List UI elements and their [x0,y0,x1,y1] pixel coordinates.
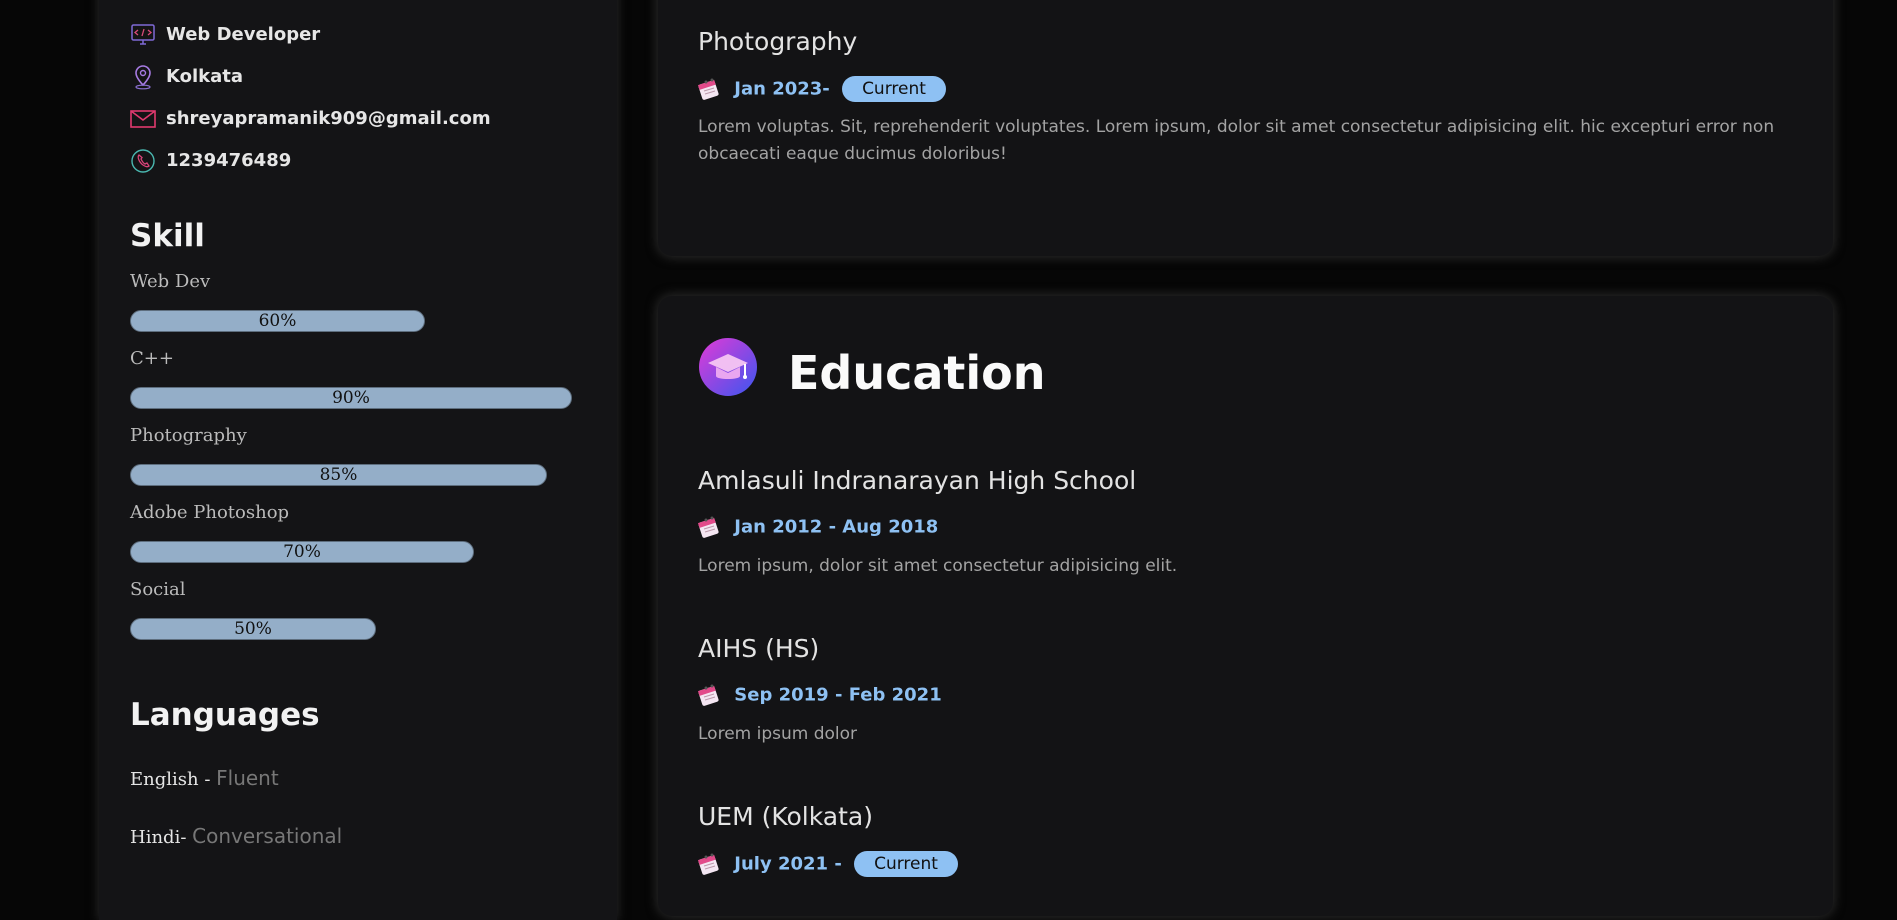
graduation-cap-icon [699,338,757,396]
education-heading: Education [788,346,1046,400]
language-level: Fluent [216,766,279,790]
education-title: AIHS (HS) [698,634,820,663]
skill-name: Social [130,579,186,600]
mail-icon [130,110,156,128]
education-title: Amlasuli Indranarayan High School [698,466,1137,495]
language-level: Conversational [192,824,343,848]
skill-heading: Skill [130,218,205,254]
education-description: Lorem ipsum, dolor sit amet consectetur … [698,556,1178,576]
experience-date-text: Jan 2023- [734,78,830,100]
skill-name: Web Dev [130,271,211,292]
skill-progress-bar: 70% [130,541,474,563]
monitor-code-icon [131,24,155,45]
experience-title: Photography [698,27,858,56]
skill-name: Adobe Photoshop [130,502,290,523]
calendar-icon [698,683,722,707]
contact-location-text: Kolkata [166,66,244,87]
education-date: Sep 2019 - Feb 2021 [698,683,942,713]
education-date-text: Jan 2012 - Aug 2018 [734,516,939,538]
skill-progress-bar: 90% [130,387,572,409]
skill-progress-bar: 85% [130,464,547,486]
calendar-icon [698,515,722,539]
skill-progress-bar: 50% [130,618,376,640]
current-badge: Current [842,76,946,102]
calendar-icon [698,77,722,101]
current-badge: Current [854,851,958,877]
education-date-text: July 2021 - [734,853,842,875]
skill-name: C++ [130,348,174,369]
education-date: July 2021 - Current [698,851,958,881]
language-item: English - Fluent [130,766,279,790]
skill-progress-bar: 60% [130,310,425,332]
language-name: English - [130,769,211,790]
education-description: Lorem ipsum dolor [698,724,858,744]
language-name: Hindi- [130,827,187,848]
contact-role-text: Web Developer [166,24,321,45]
language-item: Hindi- Conversational [130,824,342,848]
education-date-text: Sep 2019 - Feb 2021 [734,684,942,706]
skill-name: Photography [130,425,247,446]
education-title: UEM (Kolkata) [698,802,873,831]
education-date: Jan 2012 - Aug 2018 [698,515,938,545]
contact-email-text[interactable]: shreyapramanik909@gmail.com [166,108,491,129]
contact-phone-text: 1239476489 [166,150,292,171]
phone-icon [131,149,155,173]
calendar-icon [698,852,722,876]
experience-date: Jan 2023- Current [698,76,946,106]
experience-description: Lorem voluptas. Sit, reprehenderit volup… [698,117,1775,164]
location-pin-icon [135,65,151,90]
languages-heading: Languages [130,697,320,733]
